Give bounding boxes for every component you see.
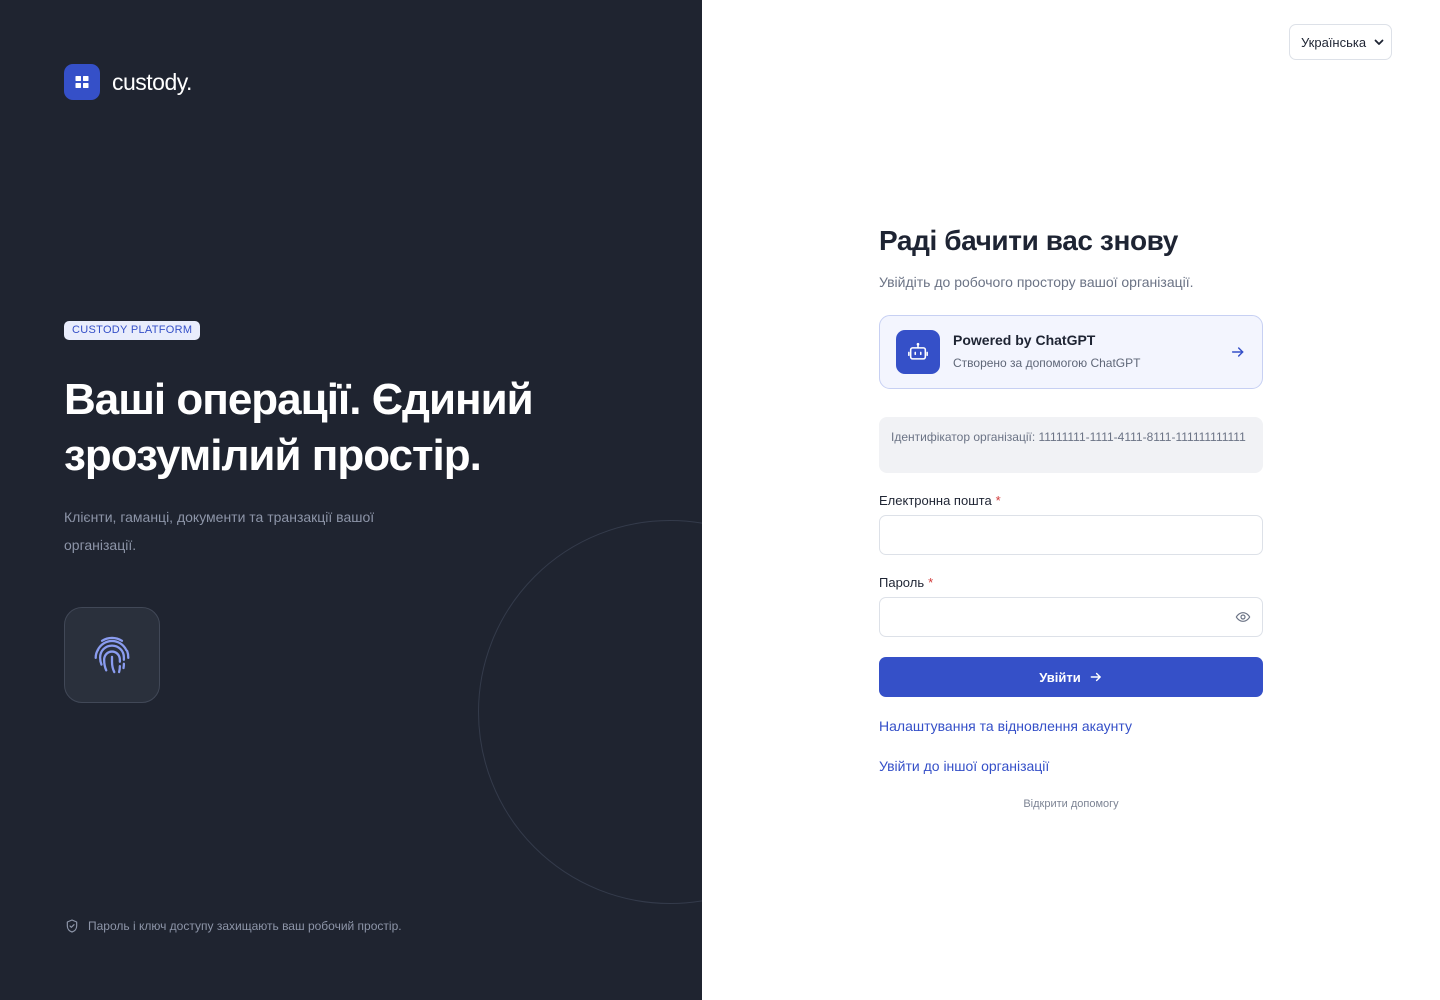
help-link[interactable]: Відкрити допомогу [879, 798, 1263, 810]
organization-id: Ідентифікатор організації: 11111111-1111… [879, 417, 1263, 473]
platform-badge: CUSTODY PLATFORM [64, 321, 201, 340]
submit-button-label: Увійти [1039, 669, 1081, 685]
required-mark: * [928, 575, 934, 590]
language-selected: Українська [1301, 34, 1367, 50]
chatgpt-card[interactable]: Powered by ChatGPT Створено за допомогою… [879, 315, 1263, 389]
email-label: Електронна пошта * [879, 493, 1001, 508]
eye-icon[interactable] [1235, 609, 1251, 625]
page-subtitle: Увійдіть до робочого простору вашої орга… [879, 274, 1194, 290]
arrow-right-icon [1231, 347, 1244, 357]
password-field[interactable] [879, 597, 1263, 637]
chatgpt-card-subtitle: Створено за допомогою ChatGPT [953, 356, 1141, 370]
brand-logo: custody. [64, 64, 192, 100]
other-organization-link[interactable]: Увійти до іншої організації [879, 758, 1049, 774]
password-label: Пароль * [879, 575, 933, 590]
password-label-text: Пароль [879, 575, 925, 590]
decorative-circle [478, 520, 702, 904]
fingerprint-tile [64, 607, 160, 703]
language-select[interactable]: Українська [1289, 24, 1392, 60]
hero-subtext: Клієнти, гаманці, документи та транзакці… [64, 509, 375, 553]
chevron-down-icon [1374, 39, 1384, 45]
page-title: Раді бачити вас знову [879, 225, 1178, 256]
grid-logo-icon [64, 64, 100, 100]
email-field[interactable] [879, 515, 1263, 555]
hero-headline: Ваші операції. Єдиний зрозумілий простір… [64, 375, 534, 480]
security-note: Пароль і ключ доступу захищають ваш робо… [64, 918, 402, 934]
submit-button[interactable]: Увійти [879, 657, 1263, 697]
email-label-text: Електронна пошта [879, 493, 992, 508]
brand-panel: custody. CUSTODY PLATFORM Ваші операції.… [0, 0, 702, 1000]
robot-icon [896, 330, 940, 374]
account-recovery-link[interactable]: Налаштування та відновлення акаунту [879, 718, 1132, 734]
shield-check-icon [66, 919, 78, 933]
security-note-text: Пароль і ключ доступу захищають ваш робо… [88, 919, 402, 933]
chatgpt-card-title: Powered by ChatGPT [953, 332, 1096, 348]
brand-name: custody. [112, 68, 192, 95]
required-mark: * [995, 493, 1001, 508]
fingerprint-icon [94, 636, 130, 674]
arrow-right-icon [1090, 672, 1101, 682]
